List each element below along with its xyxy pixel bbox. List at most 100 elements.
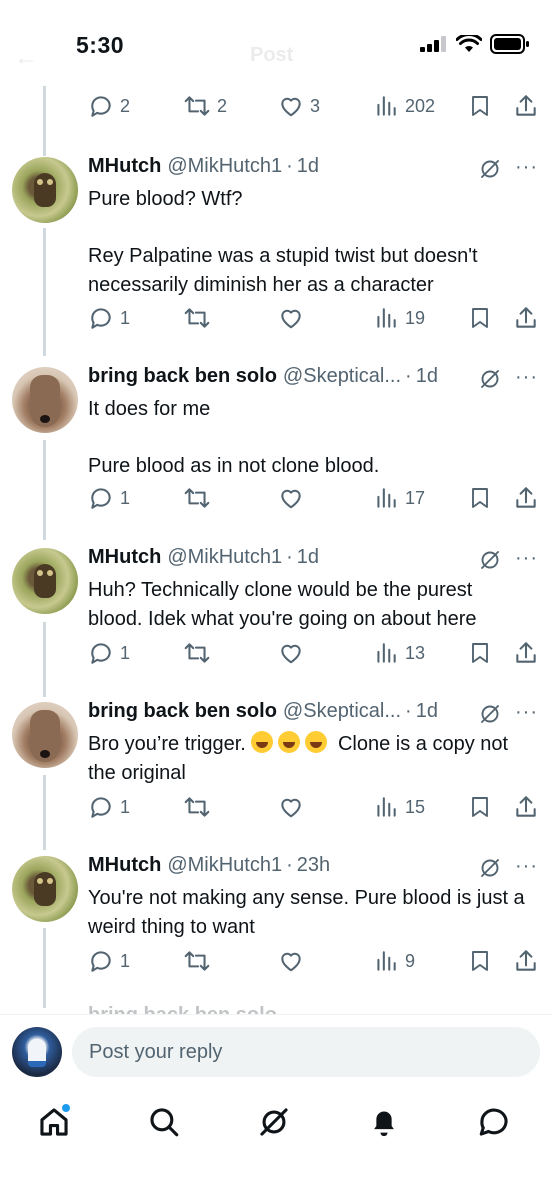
avatar[interactable] <box>12 702 78 768</box>
bookmark-button[interactable] <box>468 640 492 666</box>
views-button[interactable]: 9 <box>373 948 415 974</box>
share-button[interactable] <box>513 948 539 974</box>
more-icon[interactable]: ··· <box>515 701 538 724</box>
tweet-text: Bro you’re trigger. Clone is a copy not … <box>88 730 528 787</box>
timestamp[interactable]: 1d <box>416 365 438 388</box>
handle[interactable]: @MikHutch1 <box>167 155 282 178</box>
like-button[interactable] <box>278 485 304 511</box>
reply-button[interactable]: 1 <box>88 640 130 666</box>
reply-icon <box>91 951 111 972</box>
grok-icon[interactable] <box>478 157 502 181</box>
views-button[interactable]: 202 <box>373 93 435 119</box>
like-button[interactable] <box>278 305 304 331</box>
handle[interactable]: @MikHutch1 <box>167 854 282 877</box>
bookmark-button[interactable] <box>468 305 492 331</box>
timestamp[interactable]: 23h <box>297 854 330 877</box>
more-icon[interactable]: ··· <box>515 547 538 570</box>
handle[interactable]: @Skeptical... <box>283 365 401 388</box>
grok-tab-icon <box>260 1108 288 1136</box>
reply-button[interactable]: 1 <box>88 305 130 331</box>
reply-button[interactable]: 2 <box>88 93 130 119</box>
rofl-emoji-icon <box>305 731 328 753</box>
views-icon <box>377 96 396 116</box>
grok-icon[interactable] <box>478 702 502 726</box>
my-avatar[interactable] <box>12 1027 62 1077</box>
tweet-text: It does for me Pure blood as in not clon… <box>88 398 380 477</box>
views-button[interactable]: 17 <box>373 485 425 511</box>
share-button[interactable] <box>513 93 539 119</box>
avatar[interactable] <box>12 548 78 614</box>
repost-button[interactable] <box>183 485 211 511</box>
display-name[interactable]: MHutch <box>88 854 161 877</box>
avatar[interactable] <box>12 367 78 433</box>
share-icon <box>516 307 536 328</box>
views-icon <box>377 643 396 663</box>
views-icon <box>377 488 396 508</box>
views-button[interactable]: 15 <box>373 794 425 820</box>
status-icons <box>420 34 530 54</box>
bookmark-button[interactable] <box>468 948 492 974</box>
back-arrow-icon[interactable]: ← <box>14 44 38 72</box>
repost-button[interactable] <box>183 948 211 974</box>
reply-icon <box>91 488 111 509</box>
like-button[interactable] <box>278 640 304 666</box>
display-name[interactable]: MHutch <box>88 546 161 569</box>
repost-button[interactable] <box>183 794 211 820</box>
separator-dot: · <box>405 700 412 722</box>
bookmark-button[interactable] <box>468 93 492 119</box>
grok-icon[interactable] <box>478 856 502 880</box>
tab-search[interactable] <box>142 1100 186 1144</box>
like-icon <box>281 489 301 509</box>
views-button[interactable]: 13 <box>373 640 425 666</box>
views-button[interactable]: 19 <box>373 305 425 331</box>
tab-home[interactable] <box>32 1100 76 1144</box>
like-button[interactable] <box>278 794 304 820</box>
timestamp[interactable]: 1d <box>297 546 319 569</box>
timestamp[interactable]: 1d <box>416 700 438 723</box>
views-count: 13 <box>405 642 426 663</box>
avatar[interactable] <box>12 856 78 922</box>
bookmark-button[interactable] <box>468 485 492 511</box>
display-name[interactable]: bring back ben solo <box>88 365 277 388</box>
header-title: Post <box>250 44 294 66</box>
grok-icon[interactable] <box>478 367 502 391</box>
more-icon[interactable]: ··· <box>515 855 538 878</box>
tab-messages[interactable] <box>472 1100 516 1144</box>
views-count: 19 <box>405 307 426 328</box>
more-icon[interactable]: ··· <box>515 366 538 389</box>
repost-button[interactable] <box>183 640 211 666</box>
reply-button[interactable]: 1 <box>88 948 130 974</box>
share-button[interactable] <box>513 485 539 511</box>
repost-button[interactable]: 2 <box>183 93 227 119</box>
bookmark-button[interactable] <box>468 794 492 820</box>
display-name[interactable]: bring back ben solo <box>88 700 277 723</box>
timestamp[interactable]: 1d <box>297 155 319 178</box>
bookmark-icon <box>472 488 488 508</box>
share-button[interactable] <box>513 794 539 820</box>
tweet-header: MHutch @MikHutch1 · 1d <box>88 546 319 574</box>
notifications-icon <box>374 1111 394 1137</box>
tweet-text-part: Bro you’re trigger. <box>88 733 246 755</box>
reply-input[interactable] <box>72 1027 540 1077</box>
grok-icon[interactable] <box>478 548 502 572</box>
messages-icon <box>479 1108 508 1136</box>
reply-button[interactable]: 1 <box>88 794 130 820</box>
like-button[interactable] <box>278 948 304 974</box>
tweet-actions: 1 9 <box>88 948 540 982</box>
more-icon[interactable]: ··· <box>515 156 538 179</box>
tab-notifications[interactable] <box>362 1100 406 1144</box>
handle[interactable]: @MikHutch1 <box>167 546 282 569</box>
tweet-header: bring back ben solo @Skeptical... · 1d <box>88 700 438 728</box>
bottom-tab-bar <box>0 1092 552 1152</box>
reply-button[interactable]: 1 <box>88 485 130 511</box>
share-button[interactable] <box>513 305 539 331</box>
share-button[interactable] <box>513 640 539 666</box>
handle[interactable]: @Skeptical... <box>283 700 401 723</box>
views-icon <box>377 951 396 971</box>
repost-button[interactable] <box>183 305 211 331</box>
avatar[interactable] <box>12 157 78 223</box>
tab-grok[interactable] <box>252 1100 296 1144</box>
search-icon <box>150 1108 179 1137</box>
like-button[interactable]: 3 <box>278 93 320 119</box>
display-name[interactable]: MHutch <box>88 155 161 178</box>
